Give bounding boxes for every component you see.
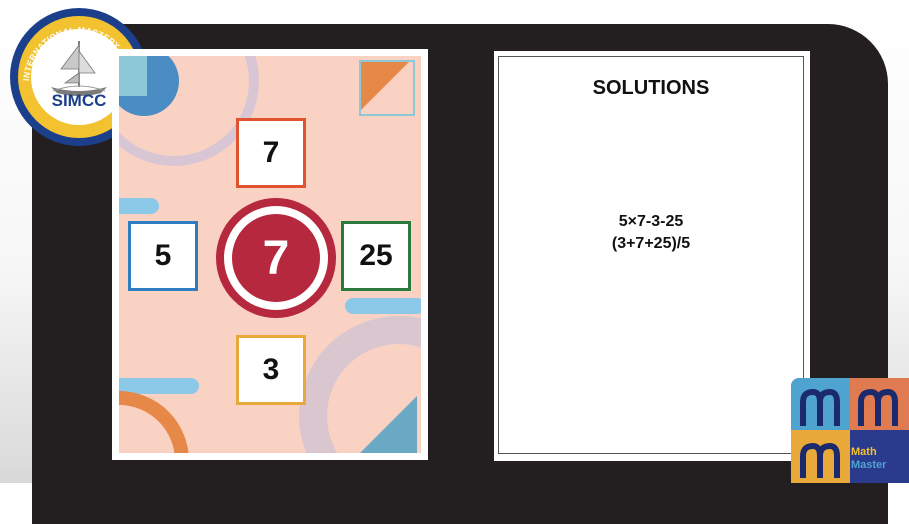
solutions-frame: SOLUTIONS 5×7-3-25 (3+7+25)/5 xyxy=(498,56,804,454)
number-top: 7 xyxy=(236,118,306,188)
solutions-card: SOLUTIONS 5×7-3-25 (3+7+25)/5 xyxy=(494,51,810,461)
solutions-title: SOLUTIONS xyxy=(592,77,710,99)
math-master-badge: Math Master xyxy=(791,378,909,483)
solution-line: 5×7-3-25 xyxy=(618,213,684,230)
puzzle-area: 7 5 25 3 7 xyxy=(119,56,421,453)
solutions-list: 5×7-3-25 (3+7+25)/5 xyxy=(499,211,803,255)
solution-line: (3+7+25)/5 xyxy=(611,235,691,252)
center-target: 7 xyxy=(216,198,336,318)
badge-line-master: Master xyxy=(851,459,887,471)
puzzle-card: 7 5 25 3 7 xyxy=(112,49,428,460)
deco-square-top-right xyxy=(359,60,415,116)
number-right: 25 xyxy=(341,221,411,291)
center-number: 7 xyxy=(232,214,320,302)
deco-bar-right xyxy=(345,298,421,314)
badge-line-math: Math xyxy=(851,446,877,458)
deco-bar-left xyxy=(119,198,159,214)
badge-text: Math Master xyxy=(851,446,886,472)
m-letter-icon xyxy=(800,388,898,478)
deco-quarter-bottom-left xyxy=(119,391,189,453)
center-ring: 7 xyxy=(224,206,328,310)
number-left: 5 xyxy=(128,221,198,291)
number-bottom: 3 xyxy=(236,335,306,405)
